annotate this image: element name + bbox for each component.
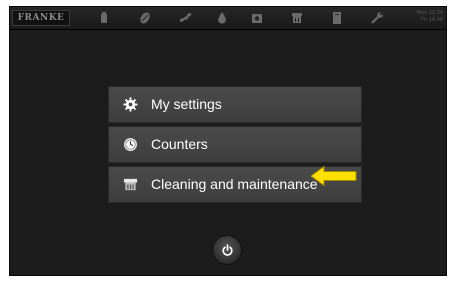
status-readout: Mon 12:34 Fri 14:09 xyxy=(416,10,443,24)
brewing-unit-icon[interactable] xyxy=(290,11,304,25)
main-menu: My settings Counters Cleaning and mainte… xyxy=(108,86,362,206)
book-icon[interactable] xyxy=(330,11,344,25)
cleaning-icon xyxy=(123,177,138,192)
machine-screen: FRANKE Mon 12:34 Fri 14:09 My settings C… xyxy=(9,6,447,276)
power-icon xyxy=(222,244,233,256)
highlight-arrow xyxy=(310,165,357,187)
menu-item-my-settings[interactable]: My settings xyxy=(108,86,362,123)
status-line-1: Mon 12:34 xyxy=(416,10,443,16)
menu-item-label: Cleaning and maintenance xyxy=(151,176,318,192)
top-bar: FRANKE Mon 12:34 Fri 14:09 xyxy=(10,7,446,30)
coffee-bean-icon[interactable] xyxy=(138,11,152,25)
wrench-icon[interactable] xyxy=(370,11,384,25)
menu-item-label: My settings xyxy=(151,96,222,112)
drop-icon[interactable] xyxy=(215,11,229,25)
power-button[interactable] xyxy=(212,235,242,265)
gear-box-icon[interactable] xyxy=(250,11,264,25)
menu-item-label: Counters xyxy=(151,136,208,152)
cup-icon[interactable] xyxy=(97,11,111,25)
beans-icon[interactable] xyxy=(178,11,192,25)
franke-logo: FRANKE xyxy=(12,10,70,26)
counter-dial-icon xyxy=(123,137,138,152)
status-line-2: Fri 14:09 xyxy=(421,17,443,23)
menu-item-counters[interactable]: Counters xyxy=(108,126,362,163)
gear-icon xyxy=(123,97,138,112)
